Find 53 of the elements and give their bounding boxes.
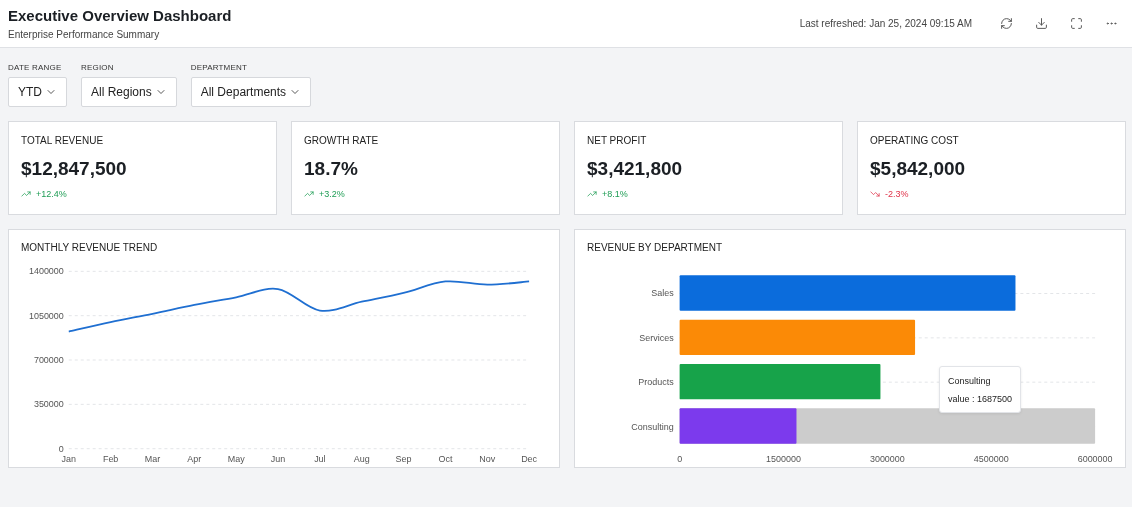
- axis-label: 0: [677, 453, 683, 464]
- axis-label: 700000: [33, 355, 64, 365]
- axis-label: Consulting: [631, 421, 674, 432]
- axis-label: 1500000: [766, 453, 801, 464]
- axis-label: Aug: [353, 453, 370, 464]
- axis-label: Sales: [651, 288, 674, 299]
- kpi-value: $12,847,500: [21, 158, 127, 180]
- axis-label: 4500000: [973, 453, 1009, 464]
- chart-title: MONTHLY REVENUE TREND: [21, 242, 158, 255]
- kpi-change: +8.1%: [602, 189, 628, 199]
- axis-label: 1400000: [28, 266, 64, 277]
- axis-label: 3000000: [869, 453, 905, 464]
- tooltip-title: Consulting: [948, 376, 992, 386]
- bar[interactable]: [679, 364, 881, 400]
- tooltip-value: value : 1687500: [948, 394, 1013, 404]
- kpi-change: +12.4%: [36, 189, 67, 199]
- axis-label: Services: [639, 332, 674, 343]
- kpi-label: GROWTH RATE: [304, 135, 379, 146]
- axis-label: Nov: [479, 453, 496, 464]
- axis-label: Mar: [144, 453, 161, 464]
- last-refreshed: Last refreshed: Jan 25, 2024 09:15 AM: [799, 18, 972, 29]
- axis-label: 1050000: [28, 310, 64, 321]
- axis-label: Dec: [521, 453, 538, 464]
- axis-label: Products: [638, 377, 674, 388]
- chart-title: REVENUE BY DEPARTMENT: [587, 242, 723, 255]
- dashboard-subtitle: Enterprise Performance Summary: [8, 29, 161, 40]
- axis-label: Jan: [61, 453, 76, 464]
- filter-label: DEPARTMENT: [190, 63, 249, 72]
- filter-label: DATE RANGE: [8, 63, 63, 72]
- kpi-value: $5,842,000: [870, 158, 966, 180]
- axis-label: 350000: [33, 399, 64, 410]
- axis-label: Jun: [270, 453, 286, 464]
- dashboard-title: Executive Overview Dashboard: [8, 7, 232, 24]
- filter-dropdown[interactable]: YTD: [8, 77, 67, 107]
- axis-label: Sep: [395, 453, 412, 464]
- kpi-change: +3.2%: [319, 189, 345, 199]
- filter-label: REGION: [81, 63, 115, 72]
- kpi-change: -2.3%: [885, 189, 909, 199]
- axis-label: 0: [58, 443, 64, 454]
- kpi-value: $3,421,800: [587, 158, 683, 180]
- filter-dropdown[interactable]: All Departments: [190, 77, 312, 107]
- kpi-value: 18.7%: [304, 158, 358, 180]
- filter-dropdown[interactable]: All Regions: [81, 77, 177, 107]
- axis-label: Jul: [314, 453, 326, 464]
- axis-label: May: [227, 453, 245, 464]
- axis-label: Apr: [187, 453, 202, 464]
- axis-label: Feb: [102, 453, 119, 464]
- kpi-label: OPERATING COST: [870, 135, 959, 146]
- axis-label: Oct: [438, 453, 453, 464]
- kpi-label: TOTAL REVENUE: [21, 135, 104, 146]
- axis-label: 6000000: [1077, 453, 1113, 464]
- kpi-label: NET PROFIT: [587, 135, 647, 146]
- bar[interactable]: [679, 319, 916, 356]
